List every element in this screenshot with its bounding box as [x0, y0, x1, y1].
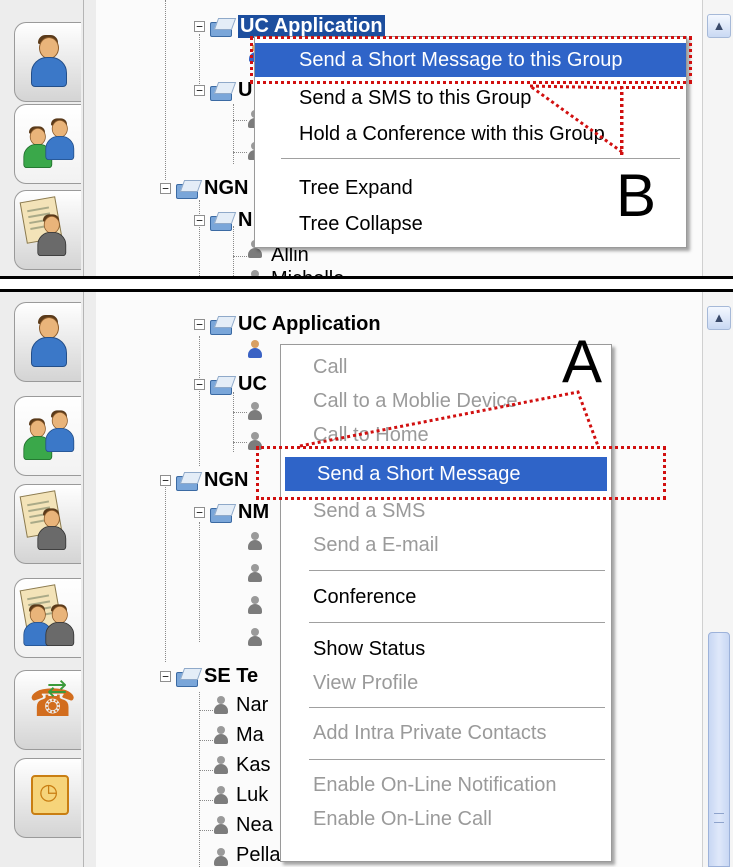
bottom-screenshot-panel: ☎ − UC Application − UC − [0, 292, 733, 867]
callout-connector-b [529, 84, 624, 155]
callout-label-a: A [562, 328, 603, 395]
top-screenshot-panel: − UC Application − U − NGN − N Allin Mic… [0, 0, 733, 276]
panel-divider [0, 276, 733, 279]
callout-connector-a [299, 390, 600, 448]
callout-label-b: B [616, 162, 657, 229]
